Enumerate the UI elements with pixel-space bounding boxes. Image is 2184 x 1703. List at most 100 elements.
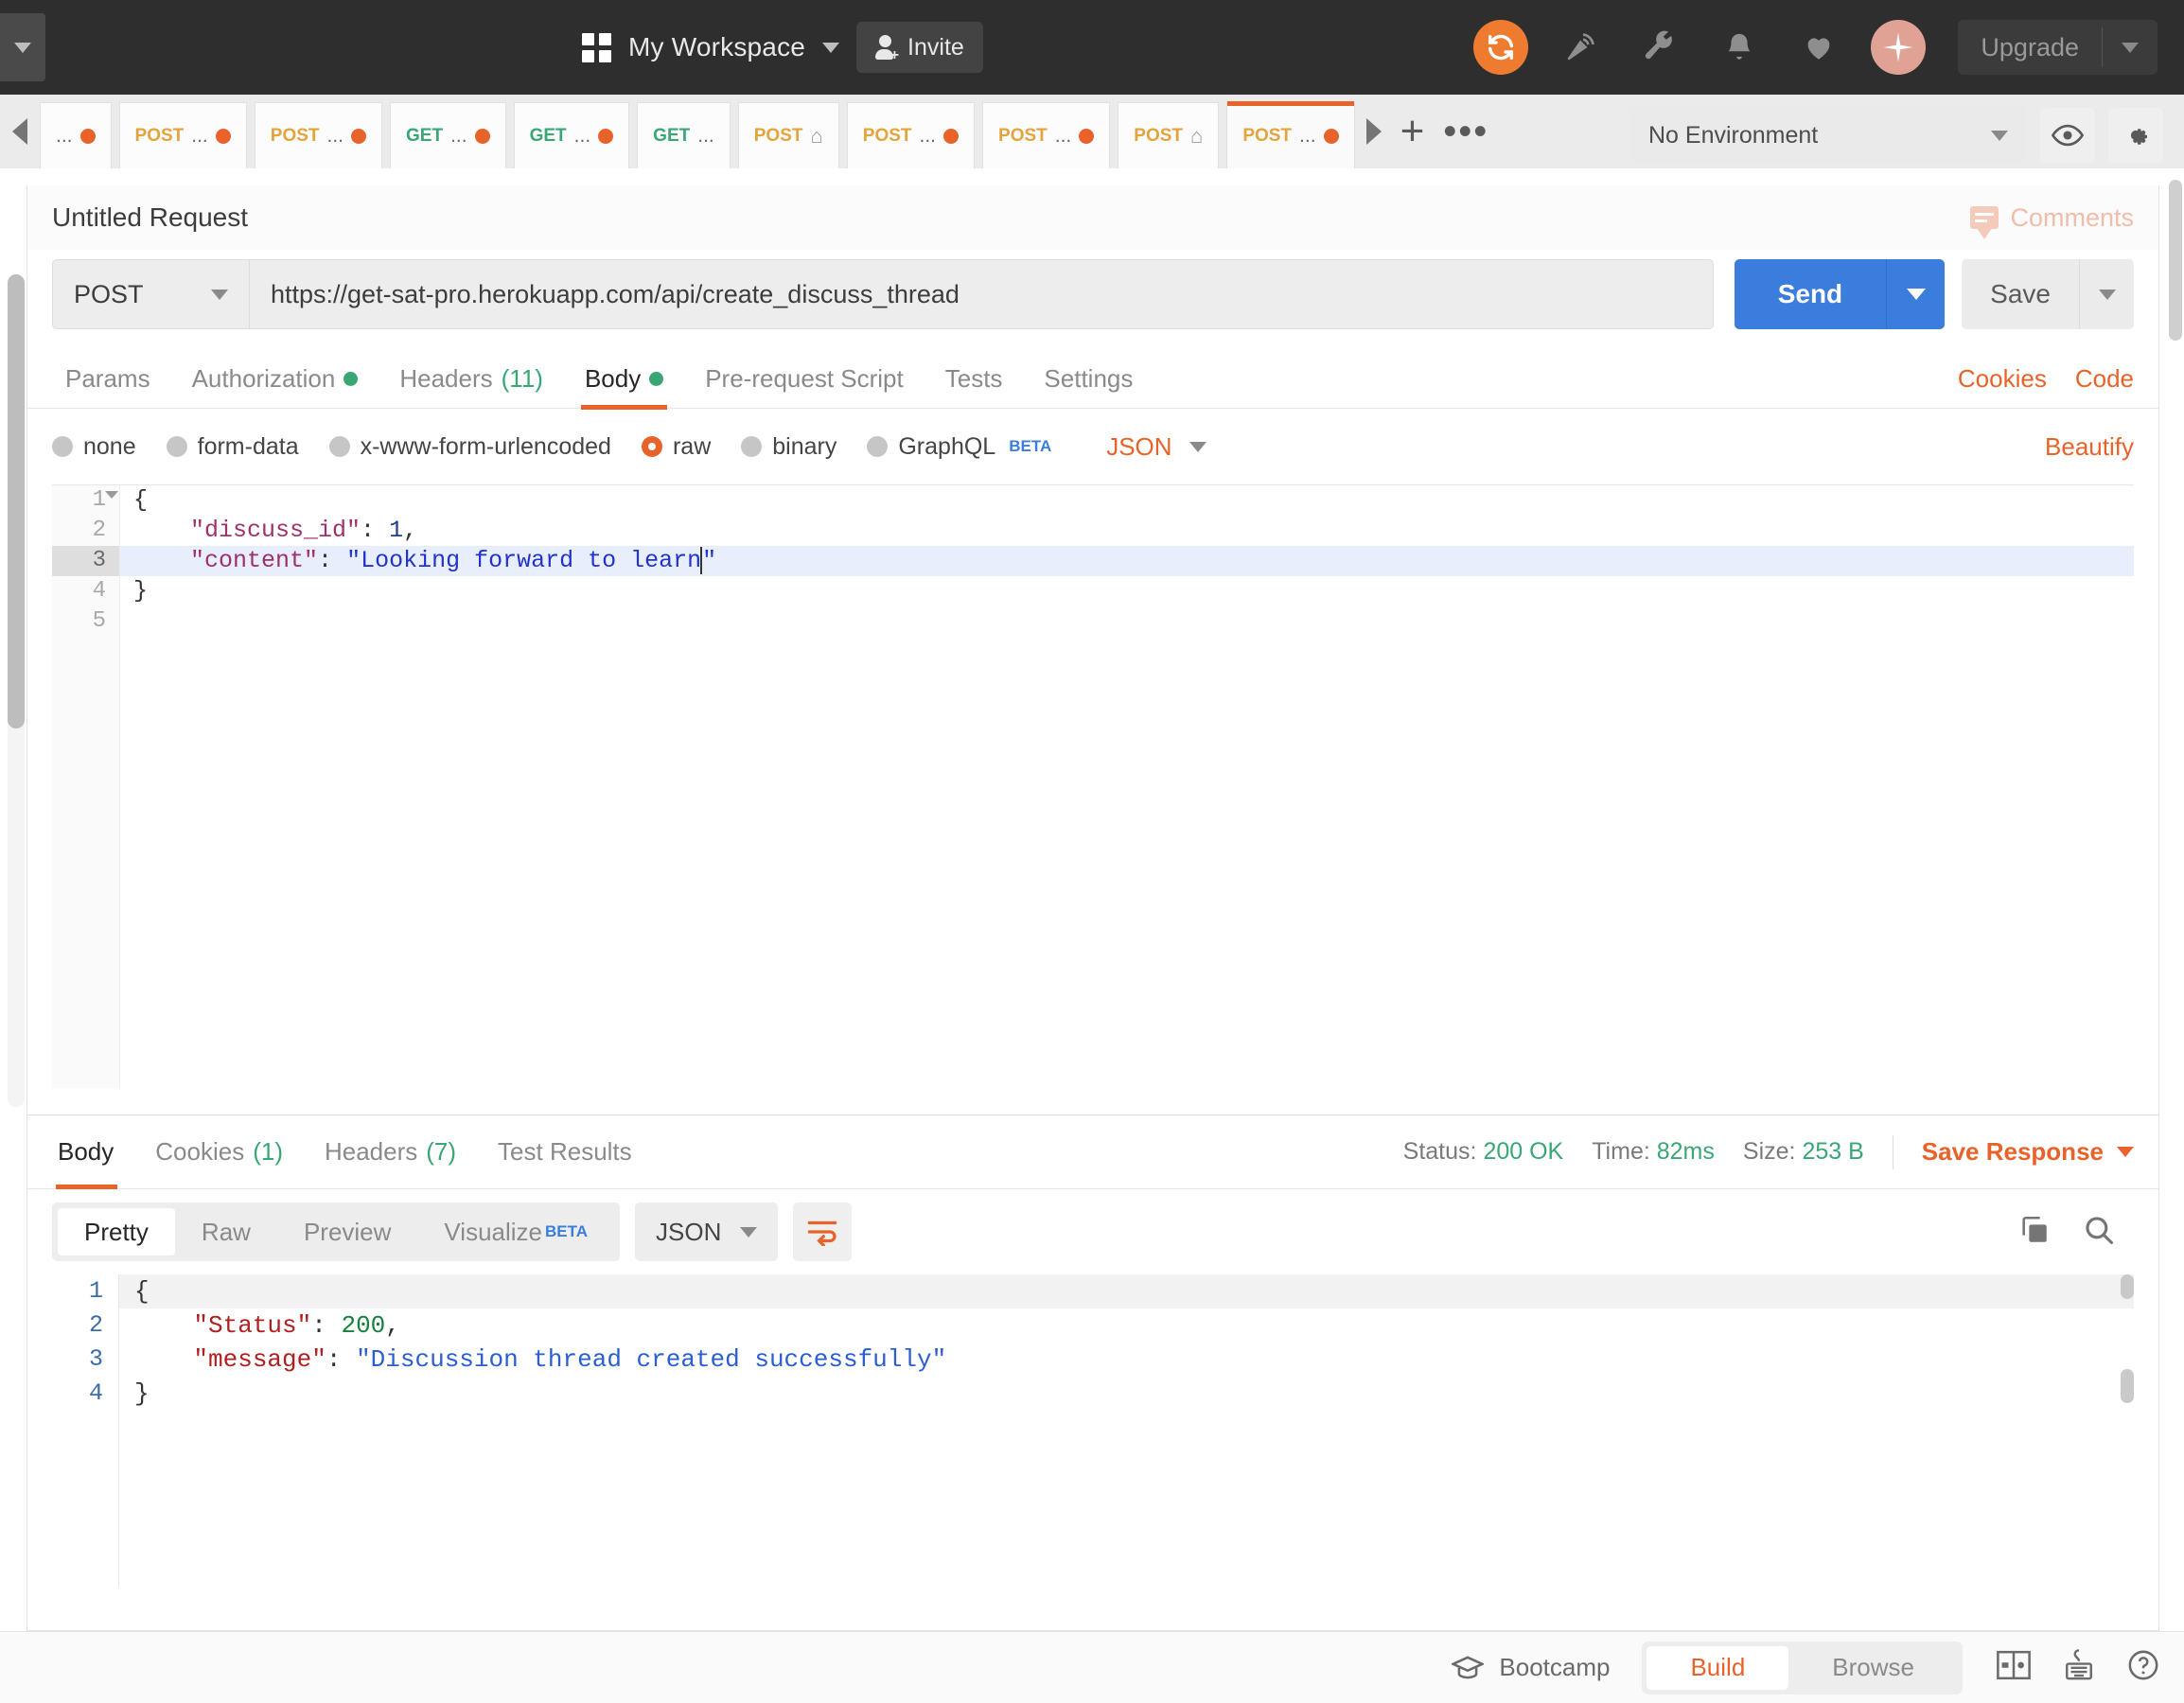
request-tab[interactable]: POST... bbox=[118, 102, 247, 168]
upgrade-button[interactable]: Upgrade bbox=[1958, 33, 2102, 62]
build-tab[interactable]: Build bbox=[1647, 1645, 1789, 1690]
word-wrap-icon[interactable] bbox=[793, 1203, 853, 1261]
view-label: Raw bbox=[201, 1217, 251, 1246]
tabs-scroll-right-button[interactable] bbox=[1365, 118, 1382, 145]
bootcamp-button[interactable]: Bootcamp bbox=[1452, 1653, 1610, 1682]
environment-settings-button[interactable] bbox=[2108, 108, 2163, 163]
response-tab-body[interactable]: Body bbox=[52, 1115, 134, 1189]
send-dropdown-button[interactable] bbox=[1886, 259, 1946, 329]
page-title[interactable]: Untitled Request bbox=[52, 202, 248, 233]
environment-selector[interactable]: No Environment bbox=[1629, 107, 2027, 164]
body-type-binary[interactable]: binary bbox=[741, 433, 837, 461]
code-fold-icon[interactable] bbox=[105, 491, 118, 499]
http-method-selector[interactable]: POST bbox=[52, 259, 249, 329]
request-tab[interactable]: GET... bbox=[637, 102, 731, 168]
json-string: "Looking forward to learn bbox=[346, 547, 702, 574]
sidebar-toggle-button[interactable] bbox=[0, 13, 45, 81]
main-scrollbar-thumb[interactable] bbox=[2169, 180, 2182, 341]
request-tab-body[interactable]: Body bbox=[564, 350, 684, 410]
cookies-link[interactable]: Cookies bbox=[1958, 364, 2047, 394]
save-button[interactable]: Save bbox=[1962, 259, 2079, 329]
tab-label: Params bbox=[65, 364, 150, 393]
save-group: Save bbox=[1962, 259, 2134, 329]
save-dropdown-button[interactable] bbox=[2079, 259, 2134, 329]
tabs-scroll-left-button[interactable] bbox=[0, 95, 40, 168]
request-tab[interactable]: GET... bbox=[390, 102, 506, 168]
response-tab-cookies[interactable]: Cookies (1) bbox=[134, 1115, 304, 1189]
response-format-selector[interactable]: JSON bbox=[635, 1203, 779, 1261]
request-tab-pre-request-script[interactable]: Pre-request Script bbox=[684, 350, 925, 409]
satellite-icon[interactable] bbox=[1553, 20, 1608, 75]
response-view-preview[interactable]: Preview bbox=[277, 1208, 417, 1255]
sidebar-scrollbar-thumb[interactable] bbox=[8, 274, 25, 729]
chevron-down-icon bbox=[2117, 1147, 2134, 1157]
response-body-editor[interactable]: 1 2 3 4 { "Status": 200, "message": "Dis… bbox=[52, 1274, 2134, 1587]
request-tab-params[interactable]: Params bbox=[52, 350, 171, 409]
request-tab-headers[interactable]: Headers (11) bbox=[379, 350, 564, 409]
code-line: "Status": 200, bbox=[119, 1308, 2134, 1343]
request-title-row: Untitled Request Comments bbox=[27, 185, 2158, 250]
json-number: 1 bbox=[389, 517, 404, 544]
chevron-down-icon[interactable] bbox=[822, 42, 840, 53]
chevron-down-icon bbox=[1906, 289, 1926, 300]
new-tab-button[interactable]: + bbox=[1400, 111, 1425, 152]
sidebar-scrollbar-track[interactable] bbox=[8, 274, 25, 1107]
search-icon[interactable] bbox=[2083, 1214, 2115, 1251]
request-tab[interactable]: POST... bbox=[1226, 101, 1355, 168]
upgrade-dropdown-button[interactable] bbox=[2103, 42, 2158, 53]
two-pane-icon[interactable] bbox=[1997, 1650, 2031, 1685]
request-tab[interactable]: POST ⌂ bbox=[737, 102, 839, 168]
body-type-form-data[interactable]: form-data bbox=[166, 432, 299, 461]
request-tab[interactable]: POST ⌂ bbox=[1118, 102, 1220, 168]
response-scrollbar-thumb-top[interactable] bbox=[2121, 1274, 2134, 1299]
response-view-raw[interactable]: Raw bbox=[175, 1208, 277, 1255]
sparkle-icon[interactable] bbox=[1871, 20, 1927, 75]
keyboard-shortcut-icon[interactable] bbox=[2063, 1649, 2095, 1686]
response-tab-test-results[interactable]: Test Results bbox=[477, 1115, 653, 1189]
invite-button[interactable]: + Invite bbox=[856, 22, 983, 73]
copy-icon[interactable] bbox=[2018, 1214, 2051, 1251]
response-scrollbar-thumb[interactable] bbox=[2121, 1369, 2134, 1403]
help-icon[interactable] bbox=[2127, 1649, 2159, 1686]
workspace-name[interactable]: My Workspace bbox=[628, 32, 805, 62]
request-tab-authorization[interactable]: Authorization bbox=[171, 350, 379, 409]
wrench-icon[interactable] bbox=[1632, 20, 1687, 75]
raw-format-label: JSON bbox=[1106, 431, 1172, 461]
beautify-button[interactable]: Beautify bbox=[2045, 432, 2134, 462]
tab-options-button[interactable]: ••• bbox=[1443, 113, 1488, 150]
request-tab[interactable]: POST... bbox=[982, 102, 1111, 168]
bell-icon[interactable] bbox=[1712, 20, 1767, 75]
raw-format-selector[interactable]: JSON bbox=[1106, 432, 1206, 462]
save-response-button[interactable]: Save Response bbox=[1922, 1137, 2134, 1167]
editor-code[interactable]: { "discuss_id": 1, "content": "Looking f… bbox=[120, 485, 2134, 1088]
url-input[interactable]: https://get-sat-pro.herokuapp.com/api/cr… bbox=[249, 259, 1714, 329]
body-type-x-www-form-urlencoded[interactable]: x-www-form-urlencoded bbox=[328, 433, 611, 461]
comments-button[interactable]: Comments bbox=[1970, 203, 2134, 239]
request-tab-settings[interactable]: Settings bbox=[1023, 350, 1154, 409]
request-tab[interactable]: GET... bbox=[513, 102, 630, 168]
body-type-graphql[interactable]: GraphQL BETA bbox=[867, 433, 1051, 461]
send-button[interactable]: Send bbox=[1734, 259, 1887, 329]
request-tab[interactable]: POST... bbox=[254, 102, 383, 168]
json-punctuation: , bbox=[385, 1311, 400, 1340]
request-body-editor[interactable]: 1 2 3 4 5 { "discuss_id": 1, "content": … bbox=[52, 484, 2134, 1088]
workspace-selector-group: My Workspace + Invite bbox=[582, 0, 983, 95]
response-view-pretty[interactable]: Pretty bbox=[58, 1208, 175, 1255]
request-tab-tests[interactable]: Tests bbox=[925, 350, 1024, 409]
body-type-raw[interactable]: raw bbox=[641, 433, 711, 461]
browse-tab[interactable]: Browse bbox=[1788, 1646, 1958, 1690]
chevron-down-icon bbox=[14, 42, 31, 53]
heart-icon[interactable] bbox=[1791, 20, 1846, 75]
request-tab[interactable]: POST... bbox=[846, 102, 976, 168]
environment-quick-look-button[interactable] bbox=[2040, 108, 2095, 163]
response-view-visualize[interactable]: Visualize BETA bbox=[417, 1208, 614, 1255]
person-add-icon: + bbox=[875, 35, 899, 63]
body-type-label: form-data bbox=[197, 432, 299, 460]
sync-icon[interactable] bbox=[1473, 20, 1529, 75]
request-tab[interactable]: ... bbox=[40, 102, 112, 168]
code-link[interactable]: Code bbox=[2075, 364, 2134, 394]
response-tab-headers[interactable]: Headers (7) bbox=[304, 1115, 477, 1189]
tab-method: POST bbox=[270, 125, 320, 146]
body-type-none[interactable]: none bbox=[52, 433, 136, 461]
